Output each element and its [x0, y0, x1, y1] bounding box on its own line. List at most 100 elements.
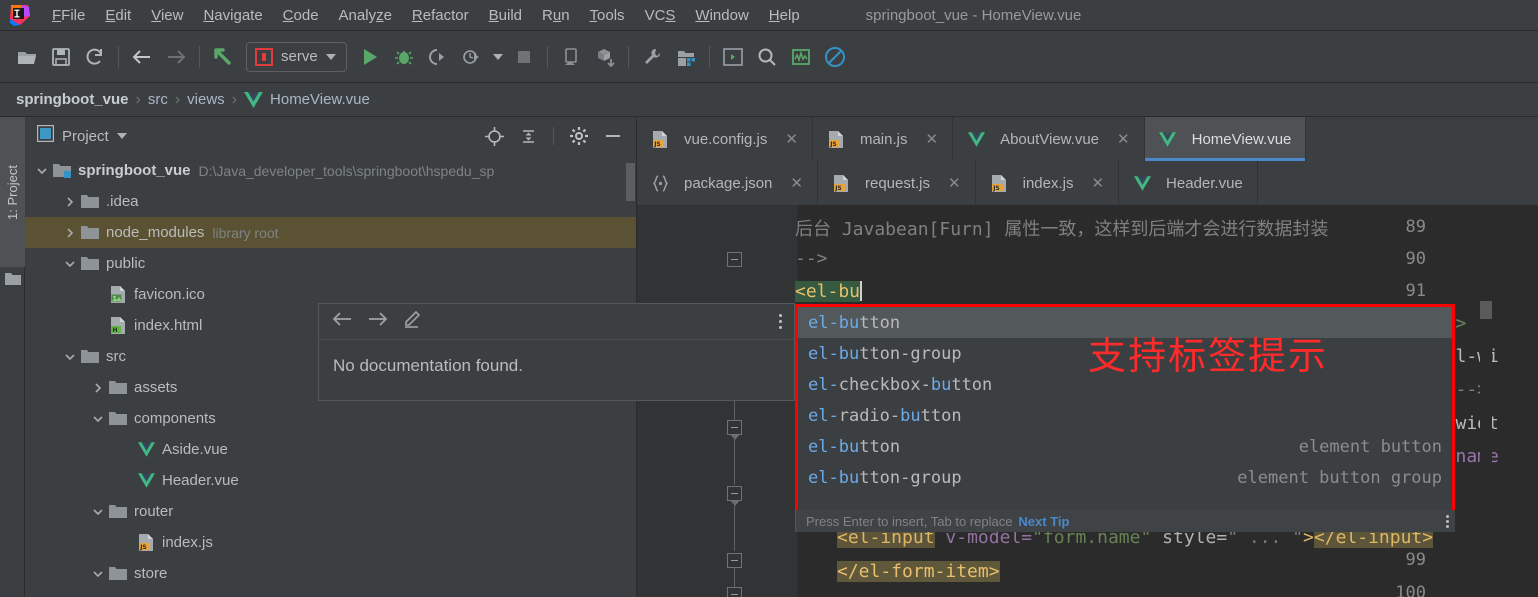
completion-item[interactable]: el-button	[798, 307, 1452, 338]
search-everywhere-icon[interactable]	[750, 40, 784, 74]
forward-arrow-icon[interactable]	[159, 40, 193, 74]
editor-tab-request-js[interactable]: JS request.js ✕	[818, 161, 976, 205]
terminal-icon[interactable]	[716, 40, 750, 74]
chevron-down-icon[interactable]	[63, 257, 77, 271]
breadcrumb-item-project[interactable]: springboot_vue	[16, 91, 129, 108]
fold-marker[interactable]	[727, 252, 742, 267]
menu-tools[interactable]: Tools	[580, 0, 635, 31]
save-all-icon[interactable]	[44, 40, 78, 74]
more-options-icon[interactable]	[779, 314, 782, 329]
tree-node-router[interactable]: router	[25, 496, 636, 527]
tree-node-node-modules[interactable]: node_modules library root	[25, 217, 636, 248]
breadcrumb-item-src[interactable]: src	[148, 91, 168, 108]
menu-run[interactable]: Run	[532, 0, 580, 31]
profiler-icon[interactable]	[784, 40, 818, 74]
forward-arrow-icon[interactable]	[367, 311, 389, 332]
completion-item[interactable]: el-button element button	[798, 431, 1452, 462]
editor-scrollbar[interactable]	[1480, 205, 1492, 597]
fold-marker[interactable]	[727, 486, 742, 506]
menu-vcs[interactable]: VCS	[635, 0, 686, 31]
more-options-icon[interactable]	[1446, 514, 1449, 528]
profile-dropdown-icon[interactable]	[489, 40, 507, 74]
code-completion-popup[interactable]: el-button el-button-group el-checkbox-butt…	[795, 304, 1455, 516]
tree-node--idea[interactable]: .idea	[25, 186, 636, 217]
tree-node-public[interactable]: public	[25, 248, 636, 279]
chevron-down-icon[interactable]	[35, 164, 49, 178]
close-icon[interactable]: ✕	[948, 174, 961, 192]
menu-help[interactable]: Help	[759, 0, 810, 31]
editor-gutter[interactable]	[637, 205, 797, 597]
stop-icon[interactable]	[507, 40, 541, 74]
editor-tab-homeview-vue[interactable]: HomeView.vue	[1144, 117, 1307, 161]
editor-tab-vue-config-js[interactable]: JS vue.config.js ✕	[637, 117, 813, 161]
undo-arrow-icon[interactable]	[206, 40, 240, 74]
editor-tab-main-js[interactable]: JS main.js ✕	[813, 117, 954, 161]
run-configuration-selector[interactable]: serve	[246, 41, 347, 72]
editor-tab-header-vue[interactable]: Header.vue	[1119, 161, 1258, 205]
chevron-down-icon[interactable]	[63, 350, 77, 364]
menu-navigate[interactable]: Navigate	[193, 0, 272, 31]
menu-analyze[interactable]: Analyze	[329, 0, 402, 31]
project-scrollbar[interactable]	[626, 163, 635, 201]
edit-source-icon[interactable]	[403, 310, 423, 333]
chevron-right-icon[interactable]	[91, 381, 105, 395]
close-icon[interactable]: ✕	[1091, 174, 1104, 192]
tree-node-components[interactable]: components	[25, 403, 636, 434]
collapse-all-icon[interactable]	[515, 123, 541, 149]
menu-refactor[interactable]: Refactor	[402, 0, 479, 31]
chevron-down-icon[interactable]	[91, 412, 105, 426]
open-folder-icon[interactable]	[10, 40, 44, 74]
completion-item[interactable]: el-button-group element button group	[798, 462, 1452, 493]
close-icon[interactable]: ✕	[790, 174, 803, 192]
chevron-right-icon[interactable]	[63, 195, 77, 209]
menu-view[interactable]: View	[141, 0, 193, 31]
breadcrumb-item-file[interactable]: HomeView.vue	[270, 91, 370, 108]
menu-file[interactable]: FFile	[42, 0, 95, 31]
close-icon[interactable]: ✕	[1117, 130, 1130, 148]
editor-tab-index-js[interactable]: JS index.js ✕	[976, 161, 1120, 205]
chevron-down-icon[interactable]	[91, 567, 105, 581]
locate-target-icon[interactable]	[481, 123, 507, 149]
sidebar-tab-project[interactable]: 1: Project	[0, 117, 25, 267]
menu-window[interactable]: Window	[685, 0, 758, 31]
close-icon[interactable]: ✕	[925, 130, 938, 148]
scrollbar-thumb[interactable]	[1480, 301, 1492, 319]
sync-refresh-icon[interactable]	[78, 40, 112, 74]
sync-gradle-icon[interactable]	[588, 40, 622, 74]
back-arrow-icon[interactable]	[125, 40, 159, 74]
no-entry-icon[interactable]	[818, 40, 852, 74]
breadcrumb-item-views[interactable]: views	[187, 91, 225, 108]
profile-icon[interactable]	[455, 40, 489, 74]
close-icon[interactable]: ✕	[785, 130, 798, 148]
folder-icon[interactable]	[5, 272, 21, 291]
project-structure-icon[interactable]	[669, 40, 703, 74]
back-arrow-icon[interactable]	[331, 311, 353, 332]
completion-item[interactable]: el-button-group	[798, 338, 1452, 369]
gear-icon[interactable]	[566, 123, 592, 149]
tree-node-store[interactable]: store	[25, 558, 636, 589]
device-manager-icon[interactable]	[554, 40, 588, 74]
hide-minus-icon[interactable]	[600, 123, 626, 149]
completion-item[interactable]: el-checkbox-button	[798, 369, 1452, 400]
fold-marker[interactable]	[727, 420, 742, 440]
next-tip-link[interactable]: Next Tip	[1018, 514, 1069, 529]
completion-item[interactable]: el-radio-button	[798, 400, 1452, 431]
menu-build[interactable]: Build	[479, 0, 532, 31]
editor-tab-package-json[interactable]: package.json ✕	[637, 161, 818, 205]
tree-node-header-vue[interactable]: Header.vue	[25, 465, 636, 496]
debug-icon[interactable]	[387, 40, 421, 74]
completion-list[interactable]: el-button el-button-group el-checkbox-butt…	[798, 307, 1452, 493]
tree-node-aside-vue[interactable]: Aside.vue	[25, 434, 636, 465]
chevron-down-icon[interactable]	[116, 133, 127, 139]
settings-wrench-icon[interactable]	[635, 40, 669, 74]
run-icon[interactable]	[353, 40, 387, 74]
fold-marker[interactable]	[727, 553, 742, 568]
run-with-coverage-icon[interactable]	[421, 40, 455, 74]
tree-node-springboot-vue[interactable]: springboot_vue D:\Java_developer_tools\sp…	[25, 155, 636, 186]
menu-code[interactable]: Code	[273, 0, 329, 31]
fold-marker[interactable]	[727, 587, 742, 597]
tree-node-index-js[interactable]: JS index.js	[25, 527, 636, 558]
chevron-down-icon[interactable]	[91, 505, 105, 519]
editor-tab-aboutview-vue[interactable]: AboutView.vue ✕	[953, 117, 1145, 161]
chevron-right-icon[interactable]	[63, 226, 77, 240]
